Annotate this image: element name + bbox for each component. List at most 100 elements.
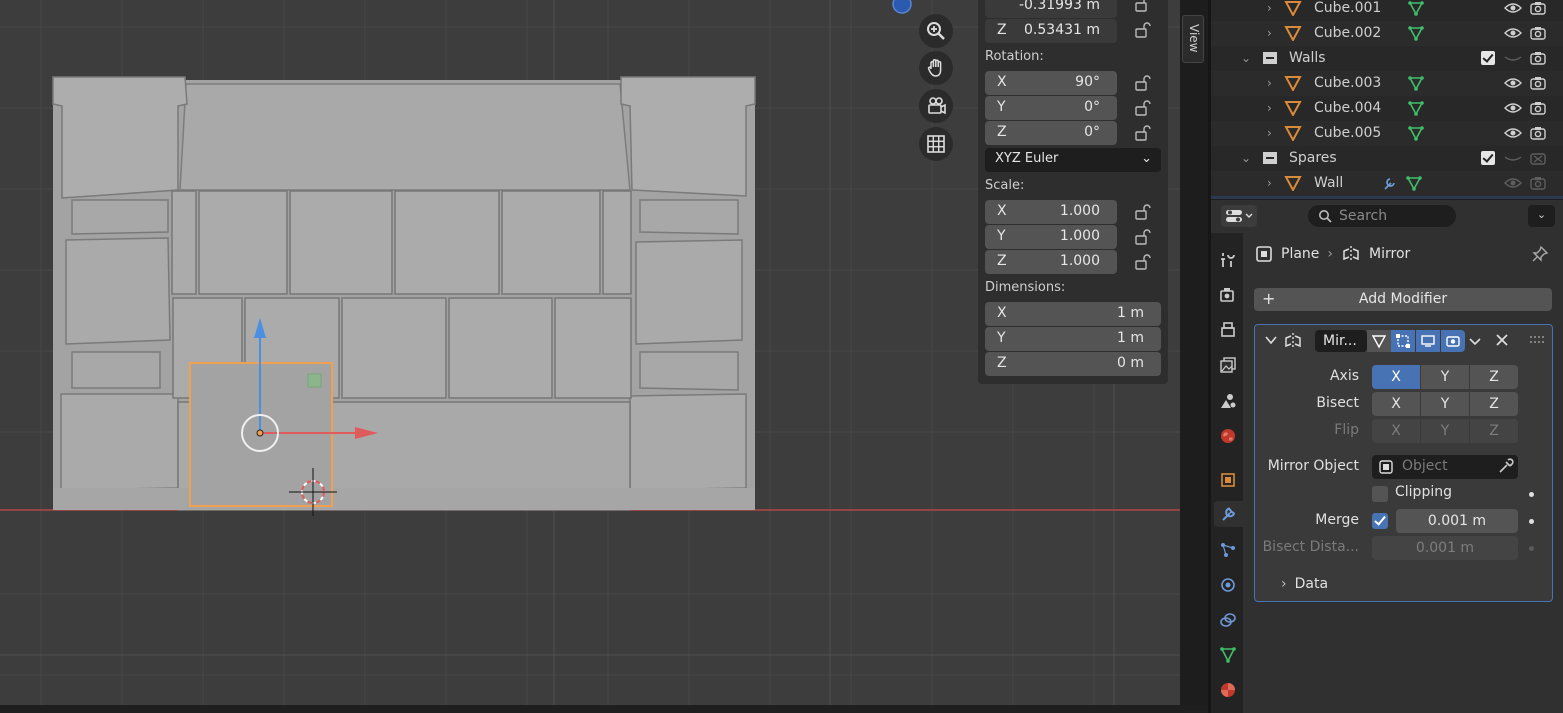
lock-icon[interactable] xyxy=(1134,75,1154,93)
keyframe-dot[interactable] xyxy=(1529,519,1534,524)
location-y-field[interactable]: -0.31993 m xyxy=(985,0,1117,18)
chevron-right-icon[interactable]: › xyxy=(1267,26,1272,40)
bisect-x-toggle[interactable]: X xyxy=(1372,392,1421,416)
eye-icon[interactable] xyxy=(1504,1,1522,15)
camera-view-icon[interactable] xyxy=(919,89,953,123)
scene-icon[interactable] xyxy=(1216,388,1240,414)
merge-checkbox[interactable] xyxy=(1372,513,1388,529)
mesh-data-icon[interactable] xyxy=(1216,642,1240,668)
list-item[interactable]: › Wall xyxy=(1211,171,1563,196)
output-icon[interactable] xyxy=(1216,317,1240,343)
rotation-y-field[interactable]: Y 0° xyxy=(985,96,1117,120)
chevron-down-icon[interactable]: ⌄ xyxy=(1241,151,1251,165)
list-item[interactable]: › Cube.001 xyxy=(1211,0,1563,21)
dimension-z-field[interactable]: Z 0 m xyxy=(985,352,1161,376)
lock-icon[interactable] xyxy=(1134,254,1154,272)
chevron-down-icon[interactable]: ⌄ xyxy=(1241,51,1251,65)
mirror-object-field[interactable]: Object xyxy=(1372,455,1518,479)
chevron-down-icon[interactable] xyxy=(1467,332,1483,350)
list-item[interactable]: › Cube.005 xyxy=(1211,121,1563,146)
list-item[interactable]: ⌄ Spares xyxy=(1211,146,1563,171)
chevron-down-icon[interactable]: ⌄ xyxy=(1528,205,1555,227)
world-icon[interactable] xyxy=(1216,423,1240,449)
bisect-y-toggle[interactable]: Y xyxy=(1421,392,1470,416)
chevron-right-icon[interactable]: › xyxy=(1267,101,1272,115)
lock-icon[interactable] xyxy=(1134,229,1154,247)
dimension-x-field[interactable]: X 1 m xyxy=(985,302,1161,326)
flip-y-toggle[interactable]: Y xyxy=(1421,419,1470,443)
render-toggle[interactable] xyxy=(1441,330,1465,352)
edit-cage-toggle[interactable] xyxy=(1367,330,1391,352)
merge-distance-field[interactable]: 0.001 m xyxy=(1396,509,1518,533)
bisect-distance-field[interactable]: 0.001 m xyxy=(1372,536,1518,560)
list-item[interactable]: › Cube.002 xyxy=(1211,21,1563,46)
eye-icon[interactable] xyxy=(1504,101,1522,115)
drag-handle-icon[interactable] xyxy=(1529,334,1545,346)
rotation-mode-select[interactable]: XYZ Euler ⌄ xyxy=(985,148,1161,172)
3d-viewport[interactable]: -0.31993 m Z 0.53431 m Rotation: X 90° Y… xyxy=(0,0,1180,705)
chevron-right-icon[interactable]: › xyxy=(1267,76,1272,90)
lock-icon[interactable] xyxy=(1134,100,1154,118)
constraints-icon[interactable] xyxy=(1216,607,1240,633)
rotation-x-field[interactable]: X 90° xyxy=(985,71,1117,95)
wall-mesh[interactable] xyxy=(52,76,756,511)
eyedropper-icon[interactable] xyxy=(1496,458,1514,476)
tool-icon[interactable] xyxy=(1216,247,1240,273)
pin-icon[interactable] xyxy=(1531,245,1549,263)
outliner-scrollbar[interactable] xyxy=(1211,196,1563,199)
add-modifier-button[interactable]: + Add Modifier xyxy=(1254,288,1552,311)
camera-render-icon[interactable] xyxy=(1529,25,1547,41)
modifier-name-field[interactable]: Mir... xyxy=(1315,330,1367,352)
flip-x-toggle[interactable]: X xyxy=(1372,419,1421,443)
axis-y-toggle[interactable]: Y xyxy=(1421,365,1470,389)
particles-icon[interactable] xyxy=(1216,537,1240,563)
scale-y-field[interactable]: Y 1.000 xyxy=(985,225,1117,249)
keyframe-dot[interactable] xyxy=(1529,492,1534,497)
camera-render-icon[interactable] xyxy=(1529,100,1547,116)
eye-icon[interactable] xyxy=(1504,26,1522,40)
view-layer-icon[interactable] xyxy=(1216,352,1240,378)
lock-icon[interactable] xyxy=(1134,22,1154,40)
clipping-checkbox[interactable] xyxy=(1372,486,1388,502)
scale-z-field[interactable]: Z 1.000 xyxy=(985,250,1117,274)
editor-type-button[interactable] xyxy=(1221,205,1257,227)
zoom-icon[interactable] xyxy=(919,14,953,48)
chevron-right-icon[interactable]: › xyxy=(1267,1,1272,15)
lock-icon[interactable] xyxy=(1134,0,1154,14)
list-item[interactable]: › Cube.004 xyxy=(1211,96,1563,121)
scale-x-field[interactable]: X 1.000 xyxy=(985,200,1117,224)
eye-icon[interactable] xyxy=(1504,76,1522,90)
flip-z-toggle[interactable]: Z xyxy=(1470,419,1518,443)
viewport-display-toggle[interactable] xyxy=(1416,330,1440,352)
camera-render-icon[interactable] xyxy=(1529,75,1547,91)
gizmo-axis-ball[interactable] xyxy=(892,0,912,14)
physics-icon[interactable] xyxy=(1216,572,1240,598)
camera-render-icon[interactable] xyxy=(1529,125,1547,141)
list-item[interactable]: ⌄ Walls xyxy=(1211,46,1563,71)
chevron-right-icon[interactable]: › xyxy=(1267,176,1272,190)
lock-icon[interactable] xyxy=(1134,204,1154,222)
object-icon[interactable] xyxy=(1216,467,1240,493)
list-item[interactable]: › Cube.003 xyxy=(1211,71,1563,96)
search-input[interactable]: Search xyxy=(1308,205,1456,227)
render-icon[interactable] xyxy=(1216,282,1240,308)
location-z-field[interactable]: Z 0.53431 m xyxy=(985,19,1117,43)
lock-icon[interactable] xyxy=(1134,125,1154,143)
eye-icon[interactable] xyxy=(1504,126,1522,140)
eye-closed-icon[interactable] xyxy=(1504,51,1522,65)
camera-render-icon[interactable] xyxy=(1529,0,1547,16)
axis-x-toggle[interactable]: X xyxy=(1372,365,1421,389)
edit-mode-toggle[interactable] xyxy=(1391,330,1415,352)
eye-closed-icon[interactable] xyxy=(1504,151,1522,165)
rotation-z-field[interactable]: Z 0° xyxy=(985,121,1117,145)
camera-render-icon[interactable] xyxy=(1529,175,1547,191)
grid-ortho-icon[interactable] xyxy=(919,127,953,161)
modifier-wrench-icon[interactable] xyxy=(1214,501,1243,527)
chevron-down-icon[interactable] xyxy=(1264,333,1278,347)
dimension-y-field[interactable]: Y 1 m xyxy=(985,327,1161,351)
material-icon[interactable] xyxy=(1216,677,1240,703)
close-icon[interactable] xyxy=(1493,331,1511,349)
eye-icon[interactable] xyxy=(1504,176,1522,190)
hand-pan-icon[interactable] xyxy=(919,51,953,85)
data-subpanel[interactable]: › Data xyxy=(1281,576,1328,592)
